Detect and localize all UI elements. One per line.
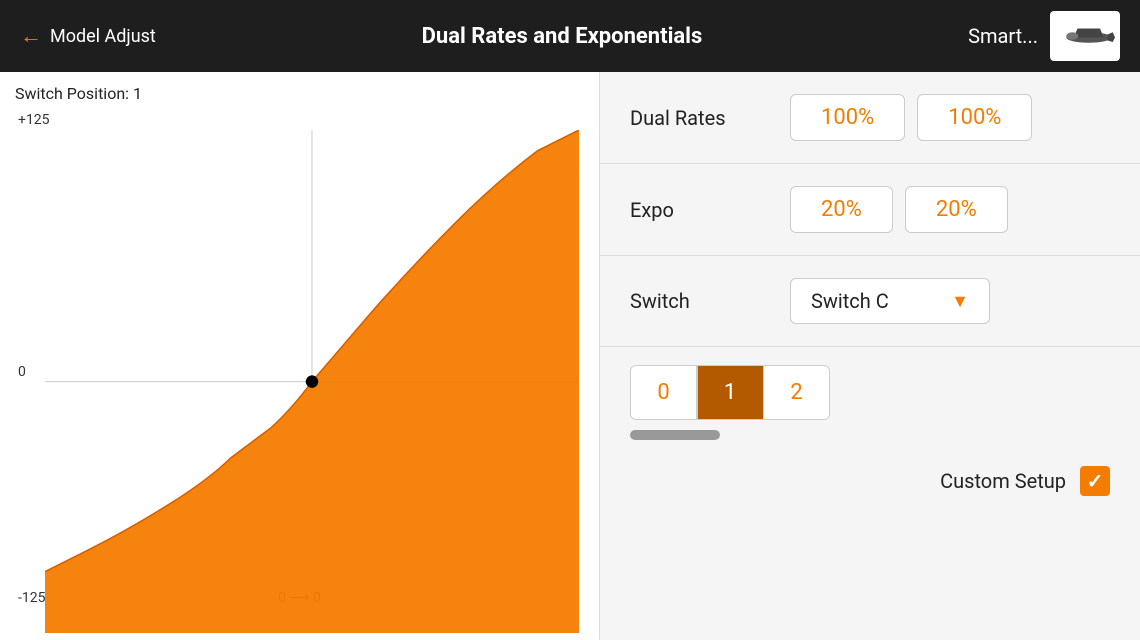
switch-position-label: Switch Position: 1	[10, 82, 589, 105]
switch-section: Switch Switch C ▼	[600, 256, 1140, 347]
plane-thumbnail	[1050, 11, 1120, 61]
exponential-chart	[45, 130, 579, 633]
dual-rates-value2[interactable]: 100%	[917, 94, 1032, 141]
back-arrow-icon: ←	[20, 23, 42, 49]
dual-rates-value1[interactable]: 100%	[790, 94, 905, 141]
dual-rates-section: Dual Rates 100% 100%	[600, 72, 1140, 164]
chart-area: +125 0 -125 0 ⟶ 0	[10, 110, 589, 608]
switch-dropdown-text: Switch C	[811, 289, 889, 313]
position-selector: 0 1 2	[630, 365, 830, 420]
dual-rates-label: Dual Rates	[630, 106, 790, 130]
dual-rates-values: 100% 100%	[790, 94, 1032, 141]
main-content: Switch Position: 1 +125 0 -125 0 ⟶ 0	[0, 72, 1140, 640]
right-panel: Dual Rates 100% 100% Expo 20% 20% Switch…	[600, 72, 1140, 640]
back-label: Model Adjust	[50, 26, 156, 47]
expo-values: 20% 20%	[790, 186, 1008, 233]
position-0-button[interactable]: 0	[631, 366, 696, 419]
position-slider[interactable]	[630, 430, 720, 440]
page-title: Dual Rates and Exponentials	[422, 24, 703, 49]
expo-label: Expo	[630, 198, 790, 222]
switch-dropdown[interactable]: Switch C ▼	[790, 278, 990, 324]
custom-setup-label: Custom Setup	[940, 469, 1066, 493]
header: ← Model Adjust Dual Rates and Exponentia…	[0, 0, 1140, 72]
smart-label: Smart...	[968, 24, 1038, 48]
chart-y-bottom: -125	[18, 590, 45, 606]
chart-panel: Switch Position: 1 +125 0 -125 0 ⟶ 0	[0, 72, 600, 640]
custom-setup-row: Custom Setup ✓	[600, 450, 1140, 512]
expo-value1[interactable]: 20%	[790, 186, 893, 233]
position-section: 0 1 2	[600, 347, 1140, 450]
plane-icon	[1055, 16, 1115, 56]
checkmark-icon: ✓	[1087, 469, 1104, 493]
position-1-button[interactable]: 1	[698, 366, 763, 419]
back-button[interactable]: ← Model Adjust	[20, 23, 156, 49]
position-2-button[interactable]: 2	[764, 366, 829, 419]
switch-label: Switch	[630, 289, 790, 313]
expo-section: Expo 20% 20%	[600, 164, 1140, 256]
chart-y-top: +125	[18, 112, 50, 128]
expo-value2[interactable]: 20%	[905, 186, 1008, 233]
chart-y-zero: 0	[18, 364, 26, 380]
chevron-down-icon: ▼	[951, 291, 969, 312]
custom-setup-checkbox[interactable]: ✓	[1080, 466, 1110, 496]
header-right: Smart...	[968, 11, 1120, 61]
